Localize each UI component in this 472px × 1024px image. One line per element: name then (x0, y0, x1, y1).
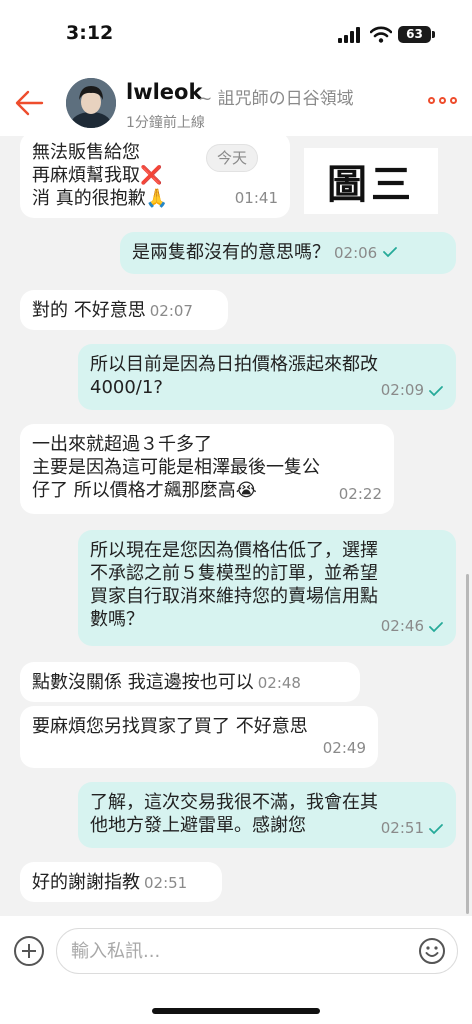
read-check-icon (383, 247, 397, 258)
message-text: 對的 不好意思 (32, 300, 146, 321)
home-indicator (152, 1008, 320, 1014)
message-time: 02:51 (144, 874, 188, 892)
read-check-icon (429, 621, 443, 632)
wifi-icon (370, 26, 392, 43)
message-time: 02:51 (380, 819, 424, 837)
read-check-icon (429, 385, 443, 396)
message-bubble-outgoing[interactable]: 了解，這次交易我很不滿，我會在其 他地方發上避雷單。感謝您 02:51 (78, 782, 456, 848)
more-options-icon[interactable] (428, 94, 458, 108)
status-time: 3:12 (66, 22, 114, 44)
message-time: 02:22 (338, 485, 382, 503)
back-arrow-icon[interactable] (12, 86, 46, 120)
avatar[interactable] (66, 78, 116, 128)
message-input-bar (0, 916, 472, 1024)
chat-messages[interactable]: 無法販售給您 再麻煩幫我取❌ 消 真的很抱歉🙏 01:41 今天 圖三 是兩隻都… (0, 136, 472, 916)
shop-name: ~ 詛咒師の日谷領域 (198, 89, 354, 109)
avatar-image (66, 78, 116, 128)
message-text: 好的謝謝指教 (32, 872, 140, 893)
message-text: 要麻煩您另找買家了買了 不好意思 (32, 716, 308, 737)
message-time: 02:09 (380, 381, 424, 399)
message-bubble-incoming[interactable]: 一出來就超過３千多了 主要是因為這可能是相澤最後一隻公 仔了 所以價格才飆那麼高… (20, 424, 394, 514)
message-time: 02:07 (149, 302, 193, 320)
message-bubble-incoming[interactable]: 點數沒關係 我這邊按也可以 02:48 (20, 662, 360, 702)
image-attachment[interactable]: 圖三 (304, 148, 438, 214)
message-bubble-outgoing[interactable]: 是兩隻都沒有的意思嗎？ 02:06 (120, 232, 456, 274)
message-time: 02:48 (257, 674, 301, 692)
message-text: 點數沒關係 我這邊按也可以 (32, 672, 254, 693)
last-online-status: 1分鐘前上線 (126, 115, 205, 131)
message-time: 02:06 (334, 244, 378, 262)
chat-scrollbar[interactable] (466, 574, 469, 914)
chat-header: lwleok ~ 詛咒師の日谷領域 1分鐘前上線 (0, 66, 472, 136)
message-bubble-outgoing[interactable]: 所以目前是因為日拍價格漲起來都改 4000/1? 02:09 (78, 344, 456, 410)
emoji-icon[interactable] (418, 937, 446, 965)
message-bubble-outgoing[interactable]: 所以現在是您因為價格估低了，選擇 不承認之前５隻模型的訂單，並希望 買家自行取消… (78, 530, 456, 646)
message-time: 01:41 (234, 189, 278, 207)
status-bar: 3:12 63 (0, 0, 472, 66)
battery-indicator: 63 (398, 26, 435, 43)
date-divider: 今天 (206, 144, 259, 172)
cellular-signal-icon (338, 27, 360, 43)
message-bubble-incoming[interactable]: 要麻煩您另找買家了買了 不好意思 02:49 (20, 706, 378, 768)
read-check-icon (429, 823, 443, 834)
message-bubble-incoming[interactable]: 對的 不好意思 02:07 (20, 290, 228, 330)
image-caption: 圖三 (327, 162, 415, 208)
add-attachment-icon[interactable] (14, 936, 44, 966)
message-bubble-incoming[interactable]: 好的謝謝指教 02:51 (20, 862, 222, 902)
message-text: 一出來就超過３千多了 主要是因為這可能是相澤最後一隻公 仔了 所以價格才飆那麼高… (32, 434, 320, 501)
message-time: 02:49 (322, 739, 366, 757)
message-input[interactable] (56, 928, 458, 974)
username: lwleok (126, 80, 203, 104)
message-time: 02:46 (380, 617, 424, 635)
message-text: 是兩隻都沒有的意思嗎？ (132, 242, 330, 263)
